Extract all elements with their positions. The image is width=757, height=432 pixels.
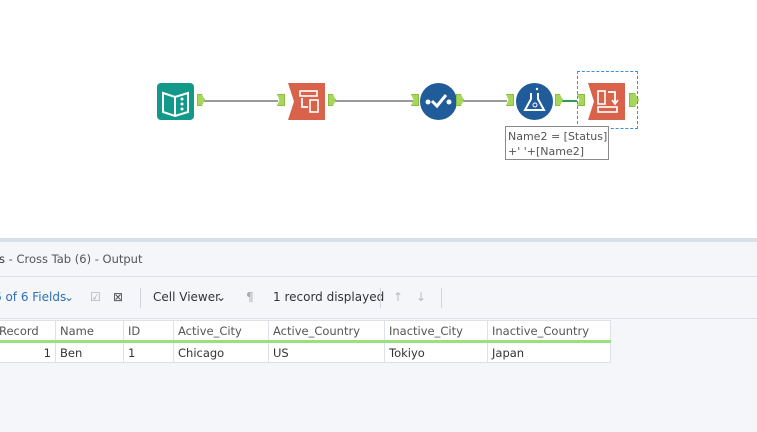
column-header[interactable]: Name [55, 320, 124, 343]
book-icon[interactable] [157, 83, 194, 120]
table-cell[interactable]: Tokiyo [384, 341, 488, 363]
transpose-icon[interactable] [288, 83, 325, 120]
column-header[interactable]: Inactive_City [384, 320, 488, 343]
output-anchor[interactable] [328, 94, 336, 106]
record-count: 1 record displayed [273, 290, 385, 304]
check-all-icon[interactable]: ☑ [90, 290, 101, 304]
title-text: - Cross Tab (6) - Output [5, 252, 143, 266]
cell-viewer-dropdown[interactable]: Cell Viewer [153, 290, 220, 304]
table-cell[interactable]: Japan [487, 341, 611, 363]
arrow-up-icon[interactable]: ↑ [393, 290, 403, 304]
table-cell[interactable]: 1 [123, 341, 174, 363]
tool-annotation: Name2 = [Status] +' '+[Name2] [505, 126, 609, 160]
input-anchor[interactable] [506, 94, 514, 106]
check-icon[interactable] [420, 83, 457, 120]
input-anchor[interactable] [277, 94, 285, 106]
column-header[interactable]: Active_Country [268, 320, 385, 343]
results-title: s - Cross Tab (6) - Output [0, 252, 142, 266]
flask-icon[interactable] [516, 83, 553, 120]
table-header-row: Record Name ID Active_City Active_Countr… [0, 320, 611, 343]
output-anchor[interactable] [456, 94, 464, 106]
arrow-down-icon[interactable]: ↓ [416, 290, 426, 304]
table-cell[interactable]: Ben [55, 341, 124, 363]
divider [0, 276, 757, 277]
results-table: Record Name ID Active_City Active_Countr… [0, 320, 611, 363]
connection [204, 100, 278, 102]
output-anchor[interactable] [555, 94, 563, 106]
chevron-down-icon[interactable]: ⌄ [64, 290, 74, 304]
chevron-down-icon[interactable]: ⌄ [216, 290, 226, 304]
table-cell[interactable]: Chicago [173, 341, 269, 363]
uncheck-all-icon[interactable]: ⊠ [113, 290, 123, 304]
column-header[interactable]: ID [123, 320, 174, 343]
connection [562, 100, 577, 102]
column-header[interactable]: Inactive_Country [487, 320, 611, 343]
table-cell[interactable]: US [268, 341, 385, 363]
results-panel: s - Cross Tab (6) - Output 6 of 6 Fields… [0, 242, 757, 432]
divider [0, 318, 757, 319]
divider [380, 288, 381, 308]
table-row[interactable]: 1 Ben 1 Chicago US Tokiyo Japan [0, 341, 611, 363]
connection [335, 100, 413, 102]
pilcrow-icon[interactable]: ¶ [246, 290, 254, 304]
selection-box [577, 71, 638, 129]
workflow-canvas[interactable]: Name2 = [Status] +' '+[Name2] [0, 0, 757, 238]
column-header[interactable]: Record [0, 320, 56, 343]
table-cell[interactable]: 1 [0, 341, 56, 363]
fields-dropdown[interactable]: 6 of 6 Fields [0, 290, 66, 304]
connection [463, 100, 507, 102]
divider [441, 288, 442, 308]
column-header[interactable]: Active_City [173, 320, 269, 343]
output-anchor[interactable] [197, 94, 205, 106]
divider [140, 288, 141, 308]
